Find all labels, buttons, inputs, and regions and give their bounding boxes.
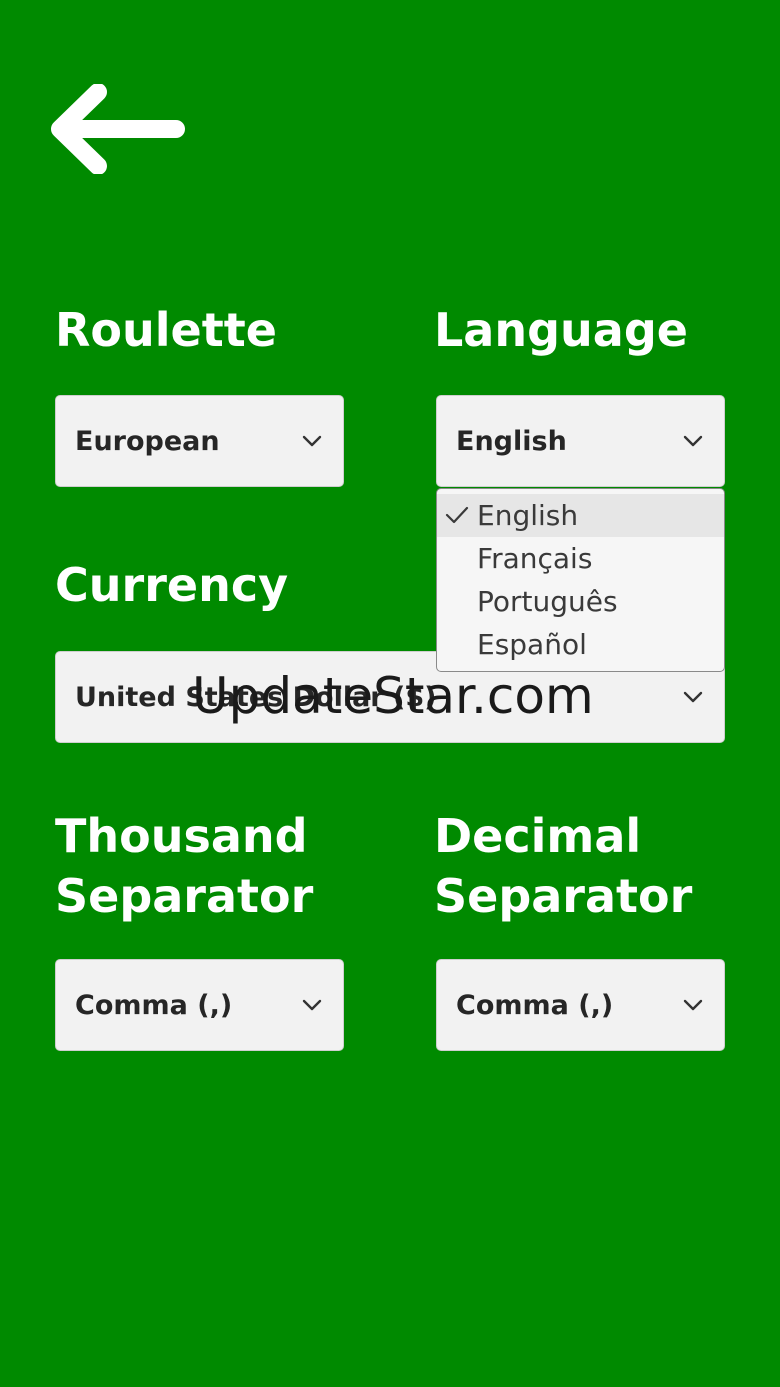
currency-label: Currency xyxy=(55,558,289,612)
language-option-label: Español xyxy=(477,628,587,661)
checkmark-icon xyxy=(445,506,469,524)
back-button[interactable] xyxy=(50,83,186,175)
arrow-left-icon xyxy=(51,83,185,175)
language-option-portugues[interactable]: Português xyxy=(437,580,724,623)
language-label: Language xyxy=(434,303,688,357)
roulette-select[interactable]: European xyxy=(55,395,344,487)
chevron-down-icon xyxy=(683,691,703,703)
roulette-select-value: European xyxy=(75,425,220,457)
chevron-down-icon xyxy=(683,435,703,447)
thousand-separator-label-line1: Thousand xyxy=(55,809,308,863)
thousand-separator-select[interactable]: Comma (,) xyxy=(55,959,344,1051)
language-option-label: English xyxy=(477,499,579,532)
decimal-separator-label-line2: Separator xyxy=(434,869,693,923)
language-option-label: Français xyxy=(477,542,593,575)
decimal-separator-value: Comma (,) xyxy=(456,989,614,1021)
thousand-separator-label: Thousand Separator xyxy=(55,806,313,926)
watermark-text: UpdateStar.com xyxy=(192,667,594,725)
thousand-separator-label-line2: Separator xyxy=(55,869,314,923)
roulette-label: Roulette xyxy=(55,303,277,357)
chevron-down-icon xyxy=(683,999,703,1011)
chevron-down-icon xyxy=(302,999,322,1011)
language-option-label: Português xyxy=(477,585,618,618)
language-option-english[interactable]: English xyxy=(437,494,724,537)
language-dropdown-menu: English Français Português Español xyxy=(436,488,725,672)
decimal-separator-select[interactable]: Comma (,) xyxy=(436,959,725,1051)
language-option-espanol[interactable]: Español xyxy=(437,623,724,666)
thousand-separator-value: Comma (,) xyxy=(75,989,233,1021)
chevron-down-icon xyxy=(302,435,322,447)
language-select-value: English xyxy=(456,425,567,457)
decimal-separator-label: Decimal Separator xyxy=(434,806,692,926)
decimal-separator-label-line1: Decimal xyxy=(434,809,642,863)
language-select[interactable]: English xyxy=(436,395,725,487)
language-option-francais[interactable]: Français xyxy=(437,537,724,580)
